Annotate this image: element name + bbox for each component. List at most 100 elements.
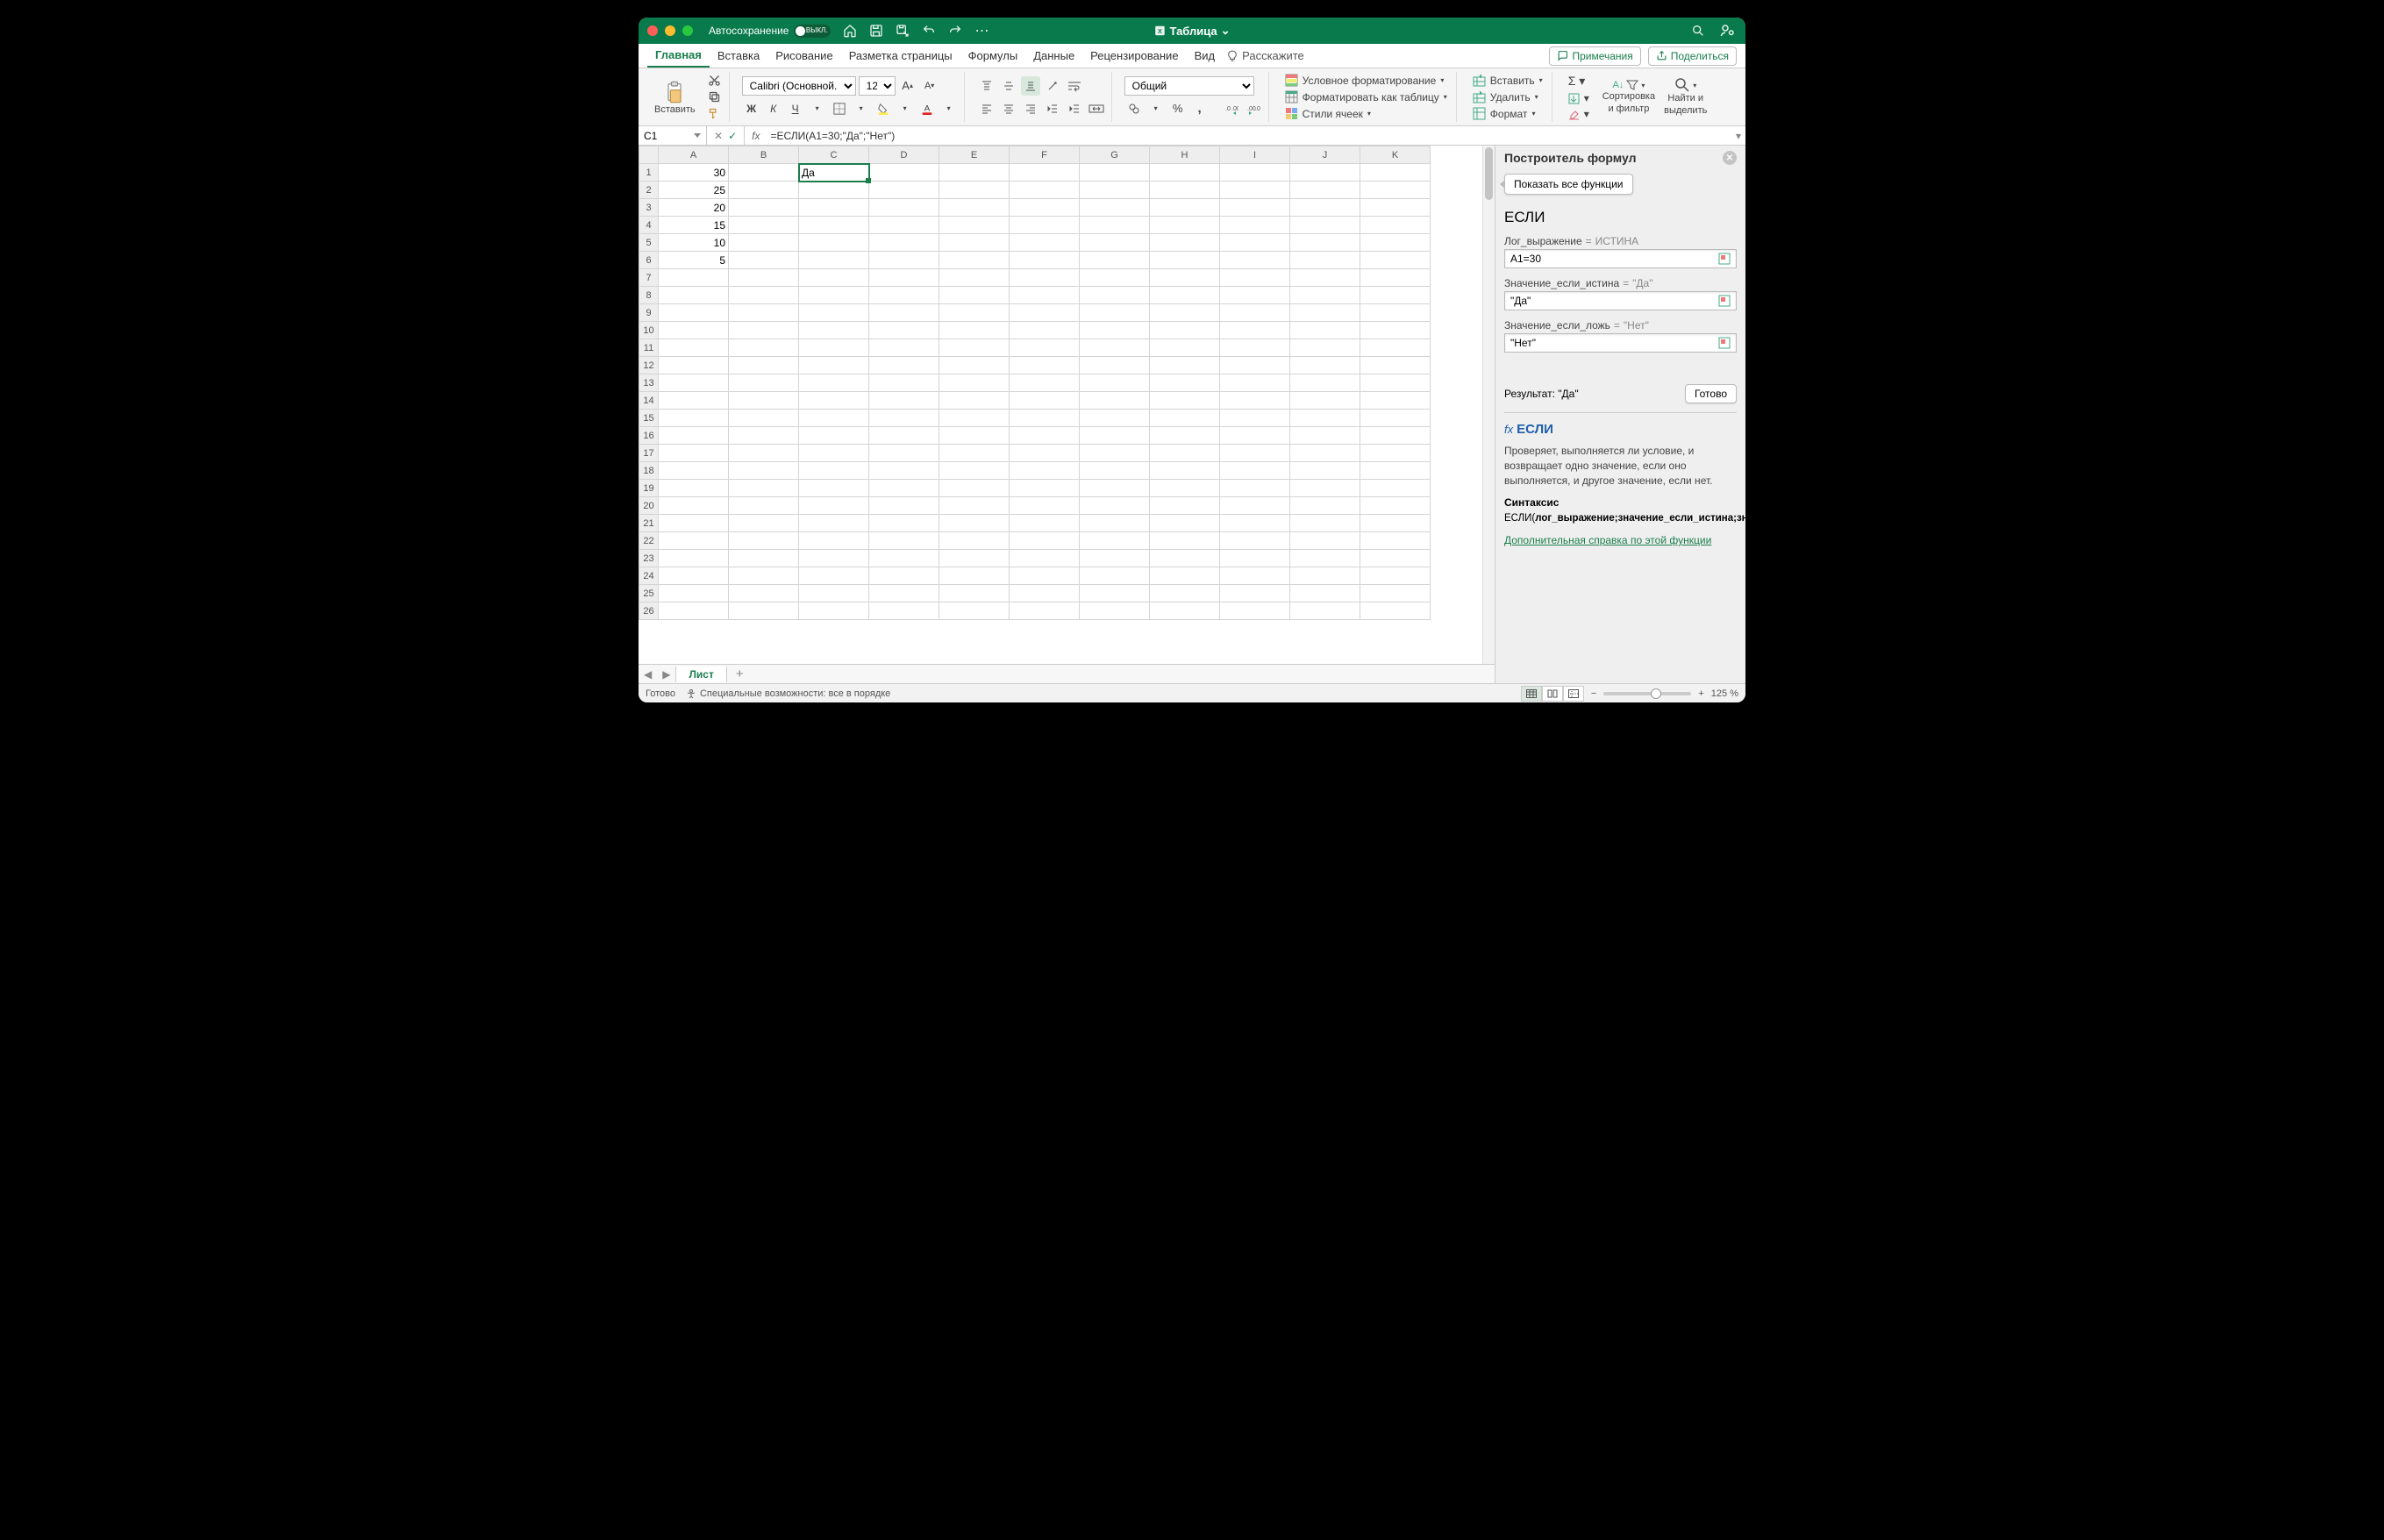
cell-I18[interactable]: [1220, 462, 1290, 480]
cell-D23[interactable]: [869, 550, 939, 567]
borders-dropdown[interactable]: ▾: [852, 99, 871, 118]
col-header-I[interactable]: I: [1220, 146, 1290, 164]
cell-J20[interactable]: [1290, 497, 1360, 515]
cell-E9[interactable]: [939, 304, 1010, 322]
paste-button[interactable]: Вставить: [651, 80, 699, 115]
cell-B24[interactable]: [729, 567, 799, 585]
cell-J7[interactable]: [1290, 269, 1360, 287]
cell-J18[interactable]: [1290, 462, 1360, 480]
row-header-17[interactable]: 17: [639, 445, 659, 462]
cell-I13[interactable]: [1220, 374, 1290, 392]
cell-C3[interactable]: [799, 199, 869, 217]
cell-A12[interactable]: [659, 357, 729, 374]
cell-styles-button[interactable]: Стили ячеек▾: [1281, 106, 1451, 121]
row-header-4[interactable]: 4: [639, 217, 659, 234]
cell-E17[interactable]: [939, 445, 1010, 462]
font-color-icon[interactable]: A: [917, 99, 937, 118]
comments-button[interactable]: Примечания: [1549, 46, 1640, 66]
cell-A6[interactable]: 5: [659, 252, 729, 269]
cell-G26[interactable]: [1080, 602, 1150, 620]
row-header-14[interactable]: 14: [639, 392, 659, 410]
format-painter-icon[interactable]: [706, 107, 724, 121]
cell-F9[interactable]: [1010, 304, 1080, 322]
cell-B21[interactable]: [729, 515, 799, 532]
cell-J25[interactable]: [1290, 585, 1360, 602]
cell-D7[interactable]: [869, 269, 939, 287]
cell-C8[interactable]: [799, 287, 869, 304]
cell-J24[interactable]: [1290, 567, 1360, 585]
page-layout-view-icon[interactable]: [1542, 686, 1563, 702]
cell-J17[interactable]: [1290, 445, 1360, 462]
cell-H10[interactable]: [1150, 322, 1220, 339]
cell-E13[interactable]: [939, 374, 1010, 392]
cell-C25[interactable]: [799, 585, 869, 602]
cell-C10[interactable]: [799, 322, 869, 339]
cell-G19[interactable]: [1080, 480, 1150, 497]
cell-G17[interactable]: [1080, 445, 1150, 462]
cell-J3[interactable]: [1290, 199, 1360, 217]
cell-I14[interactable]: [1220, 392, 1290, 410]
cell-A1[interactable]: 30: [659, 164, 729, 182]
delete-cells-button[interactable]: Удалить▾: [1469, 89, 1546, 104]
cell-I23[interactable]: [1220, 550, 1290, 567]
cell-K20[interactable]: [1360, 497, 1431, 515]
cell-G5[interactable]: [1080, 234, 1150, 252]
cell-A2[interactable]: 25: [659, 182, 729, 199]
row-header-3[interactable]: 3: [639, 199, 659, 217]
share-button[interactable]: Поделиться: [1648, 46, 1737, 66]
cell-A4[interactable]: 15: [659, 217, 729, 234]
cell-J23[interactable]: [1290, 550, 1360, 567]
cell-H25[interactable]: [1150, 585, 1220, 602]
cell-E7[interactable]: [939, 269, 1010, 287]
cell-E4[interactable]: [939, 217, 1010, 234]
cell-I16[interactable]: [1220, 427, 1290, 445]
percent-icon[interactable]: %: [1168, 99, 1188, 118]
cell-A9[interactable]: [659, 304, 729, 322]
cell-K10[interactable]: [1360, 322, 1431, 339]
insert-cells-button[interactable]: Вставить▾: [1469, 73, 1546, 88]
cell-D18[interactable]: [869, 462, 939, 480]
cell-B20[interactable]: [729, 497, 799, 515]
cell-C11[interactable]: [799, 339, 869, 357]
align-center-icon[interactable]: [999, 99, 1018, 118]
autosave-toggle[interactable]: ВЫКЛ.: [794, 25, 831, 38]
cell-C24[interactable]: [799, 567, 869, 585]
align-left-icon[interactable]: [977, 99, 996, 118]
arg-input-0[interactable]: A1=30: [1504, 249, 1737, 268]
cell-F20[interactable]: [1010, 497, 1080, 515]
cell-A23[interactable]: [659, 550, 729, 567]
cell-D13[interactable]: [869, 374, 939, 392]
cell-F21[interactable]: [1010, 515, 1080, 532]
accept-formula-icon[interactable]: ✓: [728, 130, 737, 142]
arg-input-2[interactable]: "Нет": [1504, 333, 1737, 353]
cell-K5[interactable]: [1360, 234, 1431, 252]
cell-K4[interactable]: [1360, 217, 1431, 234]
increase-decimal-icon[interactable]: .0.00: [1222, 99, 1241, 118]
cell-C1[interactable]: Да: [799, 164, 869, 182]
cell-C2[interactable]: [799, 182, 869, 199]
cell-D20[interactable]: [869, 497, 939, 515]
cell-G12[interactable]: [1080, 357, 1150, 374]
cell-J5[interactable]: [1290, 234, 1360, 252]
cell-C26[interactable]: [799, 602, 869, 620]
zoom-out-button[interactable]: −: [1591, 688, 1596, 699]
normal-view-icon[interactable]: [1521, 686, 1542, 702]
decrease-font-icon[interactable]: A▾: [920, 76, 939, 96]
cell-F17[interactable]: [1010, 445, 1080, 462]
decrease-decimal-icon[interactable]: .00.0: [1244, 99, 1263, 118]
cell-D17[interactable]: [869, 445, 939, 462]
cell-A26[interactable]: [659, 602, 729, 620]
cell-K6[interactable]: [1360, 252, 1431, 269]
cell-H11[interactable]: [1150, 339, 1220, 357]
cell-K14[interactable]: [1360, 392, 1431, 410]
cell-F26[interactable]: [1010, 602, 1080, 620]
cell-K8[interactable]: [1360, 287, 1431, 304]
cell-D1[interactable]: [869, 164, 939, 182]
decrease-indent-icon[interactable]: [1043, 99, 1062, 118]
cell-H3[interactable]: [1150, 199, 1220, 217]
cell-F7[interactable]: [1010, 269, 1080, 287]
cell-D4[interactable]: [869, 217, 939, 234]
cell-E23[interactable]: [939, 550, 1010, 567]
cell-H5[interactable]: [1150, 234, 1220, 252]
merge-cells-icon[interactable]: [1087, 99, 1106, 118]
